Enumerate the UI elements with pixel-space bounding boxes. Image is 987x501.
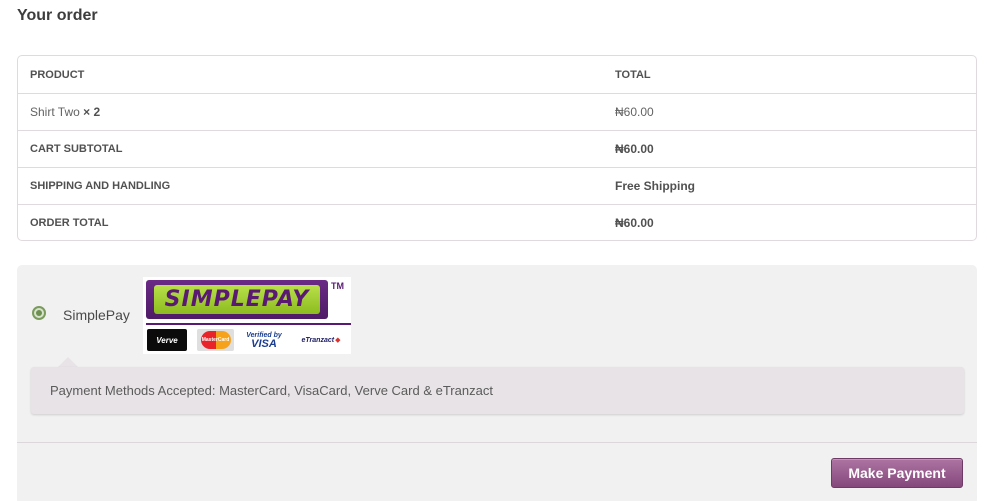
make-payment-button[interactable]: Make Payment (831, 458, 963, 488)
mastercard-icon-text: MasterCard (200, 331, 231, 349)
table-header-row: PRODUCT TOTAL (18, 56, 976, 93)
verve-card-icon: Verve (147, 329, 187, 351)
table-row: Shirt Two × 2 ₦60.00 (18, 93, 976, 130)
etranzact-text: eTranzact (301, 336, 335, 344)
header-product: PRODUCT (30, 68, 85, 81)
payment-method-description: Payment Methods Accepted: MasterCard, Vi… (31, 367, 964, 414)
cart-subtotal-value: ₦60.00 (615, 142, 654, 156)
verified-by-visa-icon: Verified by VISA (241, 329, 287, 351)
order-total-value: ₦60.00 (615, 216, 654, 230)
simplepay-logo-banner: SIMPLEPAY (146, 280, 328, 319)
shipping-label: SHIPPING AND HANDLING (30, 180, 171, 192)
product-quantity: × 2 (83, 105, 101, 119)
payment-description-text: Payment Methods Accepted: MasterCard, Vi… (50, 383, 493, 398)
description-pointer (58, 357, 78, 367)
product-cell: Shirt Two × 2 (30, 105, 100, 119)
mastercard-icon: MasterCard (197, 329, 234, 351)
trademark-mark: TM (331, 281, 344, 291)
product-name: Shirt Two (30, 105, 80, 119)
product-total: ₦60.00 (615, 105, 654, 119)
payment-section: SimplePay SIMPLEPAY TM Verve MasterCard … (17, 265, 977, 501)
cart-subtotal-row: CART SUBTOTAL ₦60.00 (18, 130, 976, 167)
etranzact-diamond-icon: ◆ (335, 337, 341, 344)
logo-divider (146, 323, 351, 325)
payment-method-radio[interactable] (32, 306, 46, 320)
visa-line2: VISA (251, 338, 277, 350)
order-review-table: PRODUCT TOTAL Shirt Two × 2 ₦60.00 CART … (17, 55, 977, 241)
simplepay-logo-text: SIMPLEPAY (154, 285, 320, 314)
header-total: TOTAL (615, 68, 651, 81)
payment-method-label[interactable]: SimplePay (63, 307, 130, 323)
etranzact-icon: eTranzact ◆ (291, 329, 351, 351)
cart-subtotal-label: CART SUBTOTAL (30, 143, 123, 155)
page-title: Your order (17, 7, 98, 24)
order-total-label: ORDER TOTAL (30, 217, 109, 229)
order-total-row: ORDER TOTAL ₦60.00 (18, 204, 976, 240)
section-divider (17, 442, 977, 443)
shipping-row: SHIPPING AND HANDLING Free Shipping (18, 167, 976, 204)
simplepay-logo: SIMPLEPAY TM Verve MasterCard Verified b… (143, 277, 351, 354)
shipping-value: Free Shipping (615, 179, 696, 193)
